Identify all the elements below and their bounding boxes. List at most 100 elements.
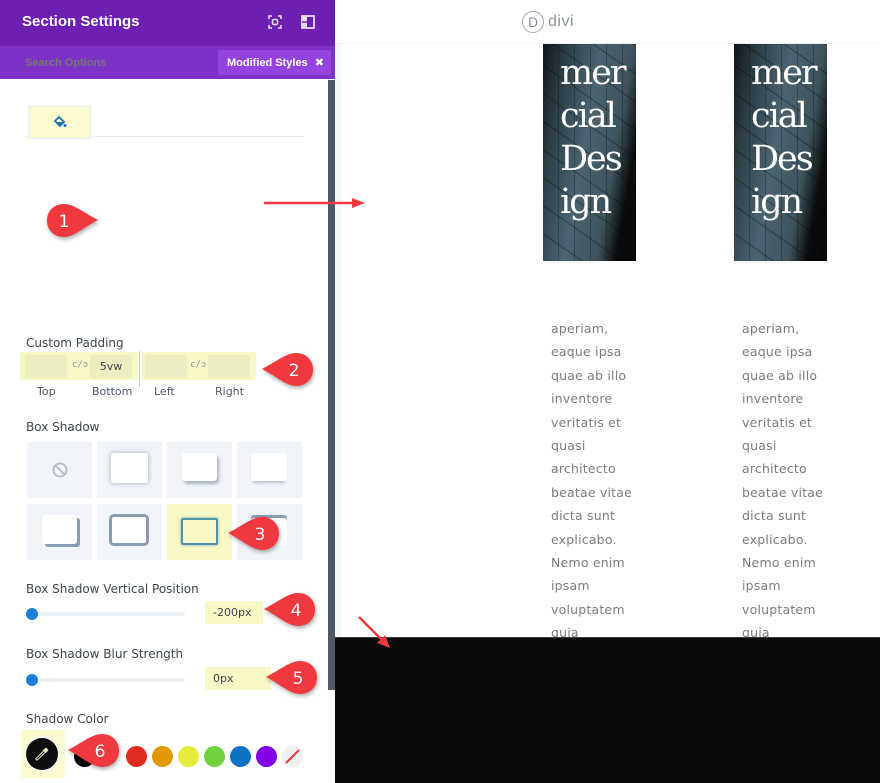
blur-strength-slider[interactable] [31, 678, 185, 682]
vertical-position-slider[interactable] [31, 612, 185, 616]
hero-image-right: mer cial Des ign [734, 44, 827, 261]
hero-line: ign [751, 182, 803, 222]
custom-padding-label: Custom Padding [26, 336, 124, 350]
body-text-left: aperiam, eaque ipsa quae ab illo inventore v… [551, 317, 691, 668]
split-view-icon[interactable] [301, 15, 315, 29]
shadow-preset-5[interactable] [97, 504, 162, 560]
swatch-yellow[interactable] [178, 746, 199, 767]
padding-divider [139, 351, 140, 387]
shadow-color-label: Shadow Color [26, 712, 109, 726]
body-text-line: ipsam [742, 578, 781, 594]
scrollbar-thumb[interactable] [328, 80, 335, 690]
shadow-preset-none[interactable] [27, 442, 92, 498]
annotation-marker-2: 2 [262, 352, 314, 388]
preset-box [182, 453, 217, 481]
dark-section[interactable] [335, 637, 880, 783]
shadow-preset-4[interactable] [27, 504, 92, 560]
body-text-line: Nemo enim [551, 555, 625, 571]
annotation-arrow-diagonal [358, 616, 390, 648]
hero-line: Des [560, 139, 623, 179]
body-text-line: voluptatem [551, 601, 625, 617]
shadow-preset-3[interactable] [237, 442, 302, 498]
vertical-position-label: Box Shadow Vertical Position [26, 582, 199, 596]
padding-top-label: Top [37, 385, 56, 398]
preset-box [109, 514, 149, 546]
modified-styles-filter[interactable]: Modified Styles ✖ [218, 50, 331, 75]
body-text-line: voluptatem [742, 601, 816, 617]
close-filter-icon[interactable]: ✖ [315, 56, 324, 69]
body-text-right: aperiam, eaque ipsa quae ab illo inventore v… [742, 317, 880, 668]
padding-left-right-group: c/ɔ [142, 352, 256, 380]
eyedropper-icon [35, 747, 49, 761]
annotation-marker-5: 5 [266, 660, 318, 696]
preset-box [42, 515, 77, 544]
swatch-green[interactable] [204, 746, 225, 767]
hero-image-left: mer cial Des ign [543, 44, 636, 261]
panel-title: Section Settings [22, 13, 140, 30]
color-picker-button[interactable] [26, 738, 58, 770]
body-text-line: ipsam [551, 578, 590, 594]
logo-mark: D [522, 11, 544, 33]
swatch-transparent[interactable] [282, 746, 303, 767]
annotation-arrow-right [264, 198, 365, 208]
body-text-line: explicabo. [551, 531, 617, 547]
box-shadow-label: Box Shadow [26, 420, 100, 434]
body-text-line: veritatis et [551, 414, 622, 430]
shadow-preset-1[interactable] [97, 442, 162, 498]
tab-row [25, 105, 304, 139]
hero-line: mer [560, 53, 627, 93]
body-text-line: dicta sunt [551, 508, 616, 524]
annotation-marker-6: 6 [68, 733, 120, 769]
page-preview: D divi mer cial Des ign mer cial Des ign… [335, 0, 880, 783]
shadow-preset-6-selected[interactable] [167, 504, 232, 560]
blur-strength-slider-handle[interactable] [26, 674, 38, 686]
preset-box [181, 518, 218, 545]
padding-top-bottom-group: c/ɔ [20, 352, 138, 380]
padding-bottom-input[interactable] [90, 355, 132, 378]
body-text-line: dicta sunt [742, 508, 807, 524]
tab-design[interactable] [28, 106, 91, 139]
annotation-marker-4: 4 [264, 592, 316, 628]
body-text-line: explicabo. [742, 531, 808, 547]
blur-strength-input[interactable] [205, 667, 271, 690]
padding-top-input[interactable] [25, 355, 67, 378]
body-text-line: beatae vitae [742, 484, 824, 500]
search-options-input[interactable] [25, 57, 175, 69]
panel-header: Section Settings [0, 0, 335, 46]
vertical-position-input[interactable] [205, 601, 263, 624]
preset-box [251, 453, 287, 481]
body-text-line: Nemo enim [742, 555, 816, 571]
body-text-line: veritatis et [742, 414, 813, 430]
body-text-line: architecto [742, 461, 807, 477]
padding-bottom-label: Bottom [92, 385, 133, 398]
focus-mode-icon[interactable] [268, 15, 282, 29]
body-text-line: aperiam, [742, 321, 800, 336]
no-shadow-icon [52, 462, 68, 478]
swatch-purple[interactable] [256, 746, 277, 767]
hero-heading: mer cial Des ign [560, 52, 636, 224]
link-top-bottom-icon[interactable]: c/ɔ [72, 360, 88, 370]
vertical-position-slider-handle[interactable] [26, 608, 38, 620]
body-text-line: architecto [551, 461, 616, 477]
padding-left-input[interactable] [145, 355, 187, 378]
logo-text: divi [548, 13, 575, 30]
modified-styles-label: Modified Styles [227, 57, 308, 69]
shadow-preset-2[interactable] [167, 442, 232, 498]
swatch-blue[interactable] [230, 746, 251, 767]
body-text-line: eaque ipsa [742, 344, 813, 360]
swatch-orange[interactable] [152, 746, 173, 767]
body-text-line: quae ab illo [551, 367, 627, 383]
body-text-line: inventore [742, 391, 804, 407]
hero-line: Des [751, 139, 814, 179]
padding-left-label: Left [154, 385, 175, 398]
padding-right-input[interactable] [208, 355, 250, 378]
body-text-line: quasi [551, 438, 586, 454]
annotation-marker-1: 1 [46, 203, 98, 239]
body-text-line: quasi [742, 438, 777, 454]
site-header: D divi [335, 0, 880, 44]
padding-right-label: Right [215, 385, 244, 398]
hero-heading: mer cial Des ign [751, 52, 827, 224]
link-left-right-icon[interactable]: c/ɔ [190, 360, 206, 370]
annotation-marker-3: 3 [228, 516, 280, 552]
swatch-red[interactable] [126, 746, 147, 767]
